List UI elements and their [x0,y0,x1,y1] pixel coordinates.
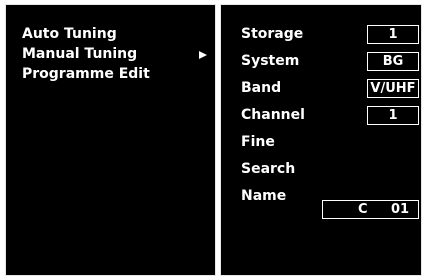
band-value[interactable]: V/UHF [367,79,419,98]
name-label: Name [241,188,287,204]
search-label[interactable]: Search [241,160,295,178]
name-value[interactable]: C 01 [322,200,419,219]
storage-label: Storage [241,26,304,42]
band-label: Band [241,80,282,96]
tuning-menu-panel: Auto Tuning Manual Tuning Programme Edit [5,4,216,276]
fine-label[interactable]: Fine [241,133,275,151]
menu-item-auto-tuning[interactable]: Auto Tuning [22,25,117,43]
triangle-right-icon [199,51,207,59]
manual-tuning-panel: Storage 1 System BG Band V/UHF Channel 1… [220,4,422,276]
storage-value[interactable]: 1 [367,25,419,44]
menu-item-programme-edit[interactable]: Programme Edit [22,65,150,83]
name-value-prefix: C [358,202,368,217]
menu-item-manual-tuning[interactable]: Manual Tuning [22,45,137,63]
system-value[interactable]: BG [367,52,419,71]
name-value-number: 01 [391,202,410,217]
channel-value[interactable]: 1 [367,106,419,125]
channel-label: Channel [241,107,305,123]
system-label: System [241,53,300,69]
